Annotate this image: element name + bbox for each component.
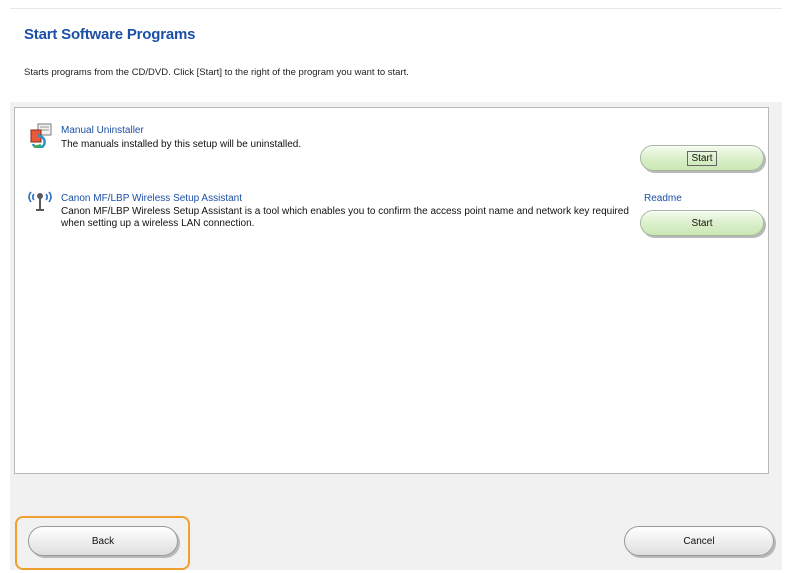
- page-title: Start Software Programs: [24, 26, 196, 43]
- program-description: The manuals installed by this setup will…: [61, 139, 302, 150]
- cancel-button[interactable]: Cancel: [624, 526, 774, 556]
- readme-link[interactable]: Readme: [644, 193, 682, 204]
- back-button[interactable]: Back: [28, 526, 178, 556]
- wireless-setup-start-button[interactable]: Start: [640, 210, 764, 236]
- program-list-panel: Manual Uninstaller The manuals installed…: [14, 107, 769, 474]
- cancel-button-label: Cancel: [683, 535, 715, 547]
- start-button-label: Start: [687, 150, 717, 166]
- program-item-wireless-setup-assistant: Canon MF/LBP Wireless Setup Assistant Ca…: [15, 186, 768, 246]
- program-description: Canon MF/LBP Wireless Setup Assistant is…: [61, 206, 629, 229]
- program-item-manual-uninstaller: Manual Uninstaller The manuals installed…: [15, 118, 768, 171]
- program-name[interactable]: Canon MF/LBP Wireless Setup Assistant: [61, 193, 242, 204]
- start-button-label: Start: [691, 217, 713, 229]
- manual-uninstaller-start-button[interactable]: Start: [640, 145, 764, 171]
- dialog-header: Start Software Programs Starts programs …: [10, 9, 782, 102]
- page-instructions: Starts programs from the CD/DVD. Click […: [24, 67, 409, 78]
- manual-uninstaller-icon: [29, 122, 55, 150]
- back-button-label: Back: [91, 535, 115, 547]
- program-name[interactable]: Manual Uninstaller: [61, 125, 144, 136]
- wireless-antenna-icon: [25, 188, 52, 211]
